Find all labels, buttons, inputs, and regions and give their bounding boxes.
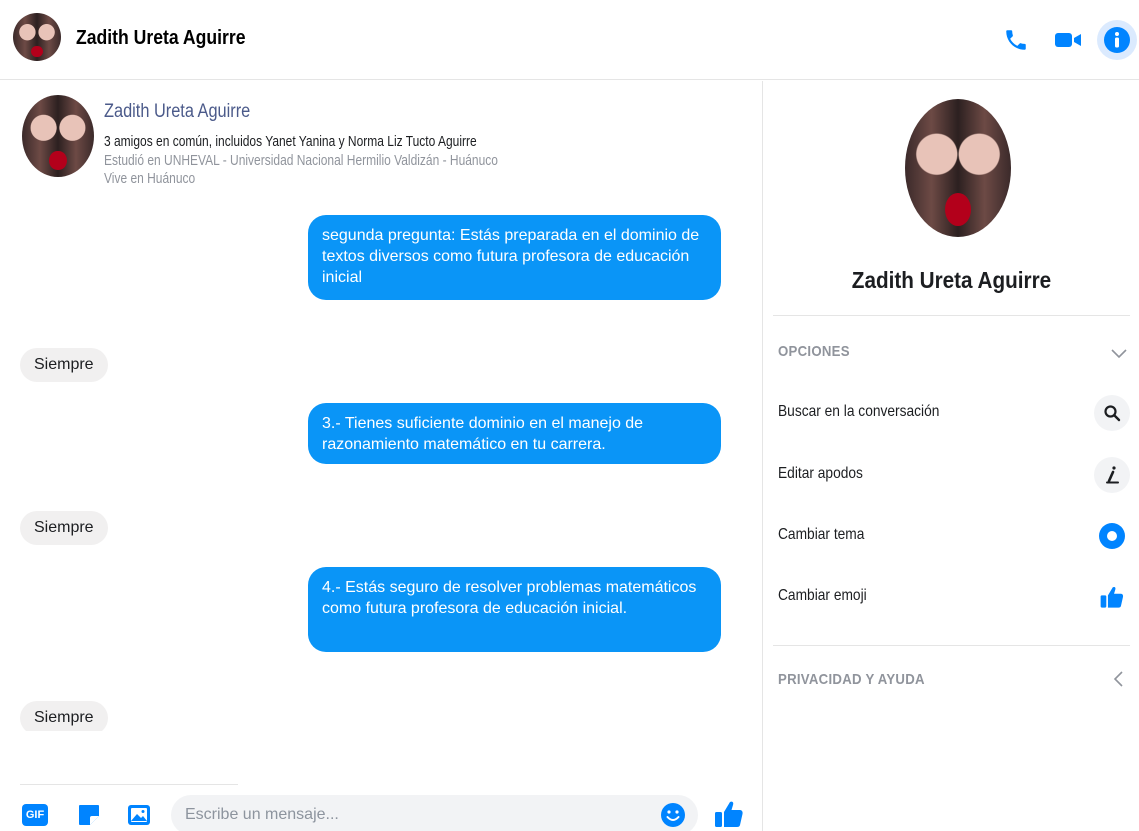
education-text: Estudió en UNHEVAL - Universidad Naciona… — [104, 152, 498, 169]
image-icon[interactable] — [126, 802, 152, 828]
mutual-friends-text: 3 amigos en común, incluidos Yanet Yanin… — [104, 133, 477, 150]
divider — [773, 315, 1130, 316]
option-label: Cambiar emoji — [778, 587, 867, 604]
conversation-header: Zadith Ureta Aguirre — [0, 0, 1139, 80]
contact-name[interactable]: Zadith Ureta Aguirre — [76, 27, 246, 50]
option-label: Buscar en la conversación — [778, 403, 940, 420]
incoming-message[interactable]: Siempre — [20, 348, 108, 382]
option-label: Cambiar tema — [778, 526, 865, 543]
option-search-conversation[interactable]: Buscar en la conversación — [778, 393, 1130, 433]
composer-divider — [20, 784, 238, 785]
privacy-section-title[interactable]: PRIVACIDAD Y AYUDA — [778, 671, 925, 688]
thumbs-up-icon — [1094, 579, 1130, 615]
theme-color-icon — [1094, 518, 1130, 554]
emoji-icon[interactable] — [660, 802, 686, 828]
details-contact-name: Zadith Ureta Aguirre — [851, 267, 1052, 293]
option-label: Editar apodos — [778, 465, 863, 482]
message-input[interactable] — [171, 795, 698, 831]
profile-name[interactable]: Zadith Ureta Aguirre — [104, 101, 250, 123]
location-text: Vive en Huánuco — [104, 170, 196, 187]
options-section-title[interactable]: OPCIONES — [778, 343, 850, 360]
outgoing-message[interactable]: segunda pregunta: Estás preparada en el … — [308, 215, 721, 300]
profile-avatar[interactable] — [22, 95, 94, 177]
video-camera-icon[interactable] — [1050, 22, 1086, 58]
info-icon[interactable] — [1097, 20, 1137, 60]
conversation-details-panel: Zadith Ureta Aguirre OPCIONES Buscar en … — [762, 81, 1139, 831]
chevron-down-icon[interactable] — [1109, 343, 1129, 363]
phone-icon[interactable] — [998, 22, 1034, 58]
outgoing-message[interactable]: 4.- Estás seguro de resolver problemas m… — [308, 567, 721, 652]
chevron-left-icon[interactable] — [1109, 669, 1129, 689]
gif-icon[interactable]: GIF — [22, 804, 48, 826]
thumbs-up-icon[interactable] — [712, 798, 746, 830]
outgoing-message[interactable]: 3.- Tienes suficiente dominio en el mane… — [308, 403, 721, 464]
search-icon — [1094, 395, 1130, 431]
details-avatar[interactable] — [905, 99, 1011, 237]
option-change-theme[interactable]: Cambiar tema — [778, 516, 1130, 556]
message-thread[interactable]: Zadith Ureta Aguirre 3 amigos en común, … — [0, 81, 762, 731]
option-edit-nicknames[interactable]: Editar apodos — [778, 455, 1130, 495]
divider — [773, 645, 1130, 646]
option-change-emoji[interactable]: Cambiar emoji — [778, 577, 1130, 617]
incoming-message[interactable]: Siempre — [20, 701, 108, 731]
sticker-icon[interactable] — [76, 802, 102, 828]
avatar[interactable] — [13, 13, 61, 61]
incoming-message[interactable]: Siempre — [20, 511, 108, 545]
edit-nickname-icon — [1094, 457, 1130, 493]
